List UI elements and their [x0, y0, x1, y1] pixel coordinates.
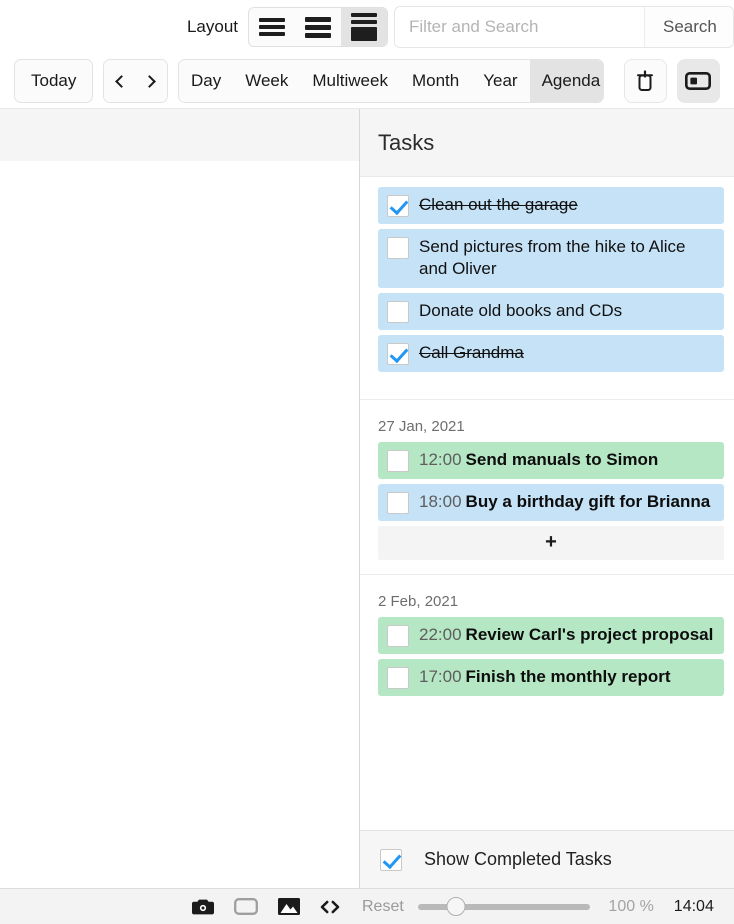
- view-multiweek-button[interactable]: Multiweek: [300, 60, 400, 102]
- task-checkbox[interactable]: [387, 237, 409, 259]
- chevron-right-icon: [143, 74, 157, 88]
- image-icon: [278, 898, 300, 915]
- event-checkbox[interactable]: [387, 449, 409, 472]
- agenda-date-label: 2 Feb, 2021: [378, 592, 459, 610]
- status-bar-icons: [192, 898, 340, 915]
- layout-detailed-icon: [351, 13, 377, 41]
- zoom-slider[interactable]: [417, 897, 590, 917]
- event-checkbox[interactable]: [387, 491, 409, 514]
- event-text: 17:00 Finish the monthly report: [419, 666, 716, 688]
- event-text: 22:00 Review Carl's project proposal: [419, 624, 716, 646]
- window-button[interactable]: [234, 898, 258, 915]
- calendar-pane-header: [0, 109, 359, 161]
- task-label: Clean out the garage: [419, 195, 578, 214]
- show-completed-label: Show Completed Tasks: [424, 849, 612, 869]
- tasks-header: Tasks: [360, 109, 734, 177]
- image-button[interactable]: [278, 898, 300, 915]
- view-day-button[interactable]: Day: [178, 60, 234, 102]
- agenda-event[interactable]: 22:00 Review Carl's project proposal: [378, 616, 724, 654]
- reset-zoom-button[interactable]: Reset: [362, 898, 404, 916]
- view-week-button[interactable]: Week: [233, 60, 301, 102]
- layout-button-group: [248, 7, 388, 47]
- next-button[interactable]: [135, 60, 167, 102]
- task-label: Donate old books and CDs: [419, 300, 623, 320]
- sidebar-panel-icon: [685, 72, 712, 90]
- event-title: Finish the monthly report: [465, 666, 671, 686]
- toolbar-row-top: Layout Search: [0, 0, 734, 54]
- calendar-pane: [0, 109, 360, 888]
- calendar-pane-body[interactable]: [0, 161, 359, 888]
- event-text: 12:00 Send manuals to Simon: [419, 449, 716, 471]
- tasks-title: Tasks: [378, 129, 435, 155]
- zoom-slider-track: [417, 903, 590, 910]
- event-checkbox[interactable]: [387, 624, 409, 647]
- chevron-left-icon: [115, 74, 128, 88]
- task-item[interactable]: Donate old books and CDs: [378, 292, 724, 330]
- task-item[interactable]: Send pictures from the hike to Alice and…: [378, 229, 724, 288]
- toggle-sidebar-button[interactable]: [676, 59, 720, 103]
- calendar-app-window: Layout Search Today: [0, 0, 734, 924]
- agenda-pane: Tasks Clean out the garage Send pictures…: [360, 109, 734, 888]
- view-mode-group: Day Week Multiweek Month Year Agenda: [177, 59, 604, 103]
- task-checkbox[interactable]: [387, 300, 409, 323]
- camera-icon: [192, 899, 214, 915]
- tasks-section: Clean out the garage Send pictures from …: [360, 177, 734, 399]
- show-completed-row[interactable]: Show Completed Tasks: [360, 830, 734, 888]
- agenda-date-label: 27 Jan, 2021: [378, 417, 465, 435]
- window-icon: [234, 898, 258, 915]
- agenda-event[interactable]: 18:00 Buy a birthday gift for Brianna: [378, 483, 724, 521]
- search-input[interactable]: [395, 7, 644, 47]
- event-time: 17:00: [419, 666, 462, 686]
- event-title: Send manuals to Simon: [465, 449, 659, 469]
- show-completed-checkbox[interactable]: [380, 849, 402, 871]
- toolbar-row-views: Today Day Week Multiweek Month Year Agen…: [0, 54, 734, 108]
- layout-label: Layout: [186, 17, 238, 36]
- task-item[interactable]: Call Grandma: [378, 334, 724, 372]
- task-label: Send pictures from the hike to Alice and…: [419, 237, 686, 279]
- trash-icon: [637, 70, 654, 91]
- code-button[interactable]: [320, 900, 340, 914]
- agenda-scroll-area[interactable]: Clean out the garage Send pictures from …: [360, 177, 734, 830]
- layout-compact-button[interactable]: [249, 8, 295, 46]
- code-icon: [320, 900, 340, 913]
- view-month-button[interactable]: Month: [399, 60, 472, 102]
- event-title: Buy a birthday gift for Brianna: [465, 491, 711, 511]
- delete-button[interactable]: [623, 59, 667, 103]
- layout-detailed-button[interactable]: [341, 8, 387, 46]
- search-container: Search: [394, 6, 734, 48]
- previous-button[interactable]: [104, 60, 136, 102]
- task-item[interactable]: Clean out the garage: [378, 187, 724, 224]
- agenda-empty-space: [360, 715, 734, 830]
- main-body: Tasks Clean out the garage Send pictures…: [0, 108, 734, 888]
- event-text: 18:00 Buy a birthday gift for Brianna: [419, 491, 716, 513]
- view-agenda-button[interactable]: Agenda: [529, 60, 603, 102]
- agenda-event[interactable]: 17:00 Finish the monthly report: [378, 658, 724, 696]
- event-time: 22:00: [419, 624, 462, 644]
- search-button[interactable]: Search: [644, 7, 733, 47]
- zoom-percentage: 100 %: [608, 897, 654, 915]
- event-time: 18:00: [419, 491, 462, 511]
- task-checkbox[interactable]: [387, 195, 409, 217]
- task-checkbox[interactable]: [387, 342, 409, 365]
- agenda-group: 2 Feb, 2021 22:00 Review Carl's project p…: [360, 575, 734, 715]
- task-label: Call Grandma: [419, 342, 524, 362]
- zoom-slider-thumb[interactable]: [446, 897, 466, 916]
- navigation-group: [103, 59, 168, 103]
- layout-medium-icon: [305, 16, 331, 38]
- agenda-event[interactable]: 12:00 Send manuals to Simon: [378, 441, 724, 479]
- today-button[interactable]: Today: [14, 59, 94, 103]
- view-year-button[interactable]: Year: [471, 60, 530, 102]
- clock-label: 14:04: [673, 897, 714, 915]
- agenda-group: 27 Jan, 2021 12:00 Send manuals to Simon …: [360, 400, 734, 574]
- status-bar: Reset 100 % 14:04: [0, 888, 734, 924]
- layout-medium-button[interactable]: [295, 8, 341, 46]
- add-event-button[interactable]: +: [378, 525, 724, 560]
- event-title: Review Carl's project proposal: [465, 624, 714, 644]
- event-time: 12:00: [419, 449, 462, 469]
- event-checkbox[interactable]: [387, 666, 409, 689]
- camera-button[interactable]: [192, 898, 214, 915]
- layout-compact-icon: [259, 18, 285, 36]
